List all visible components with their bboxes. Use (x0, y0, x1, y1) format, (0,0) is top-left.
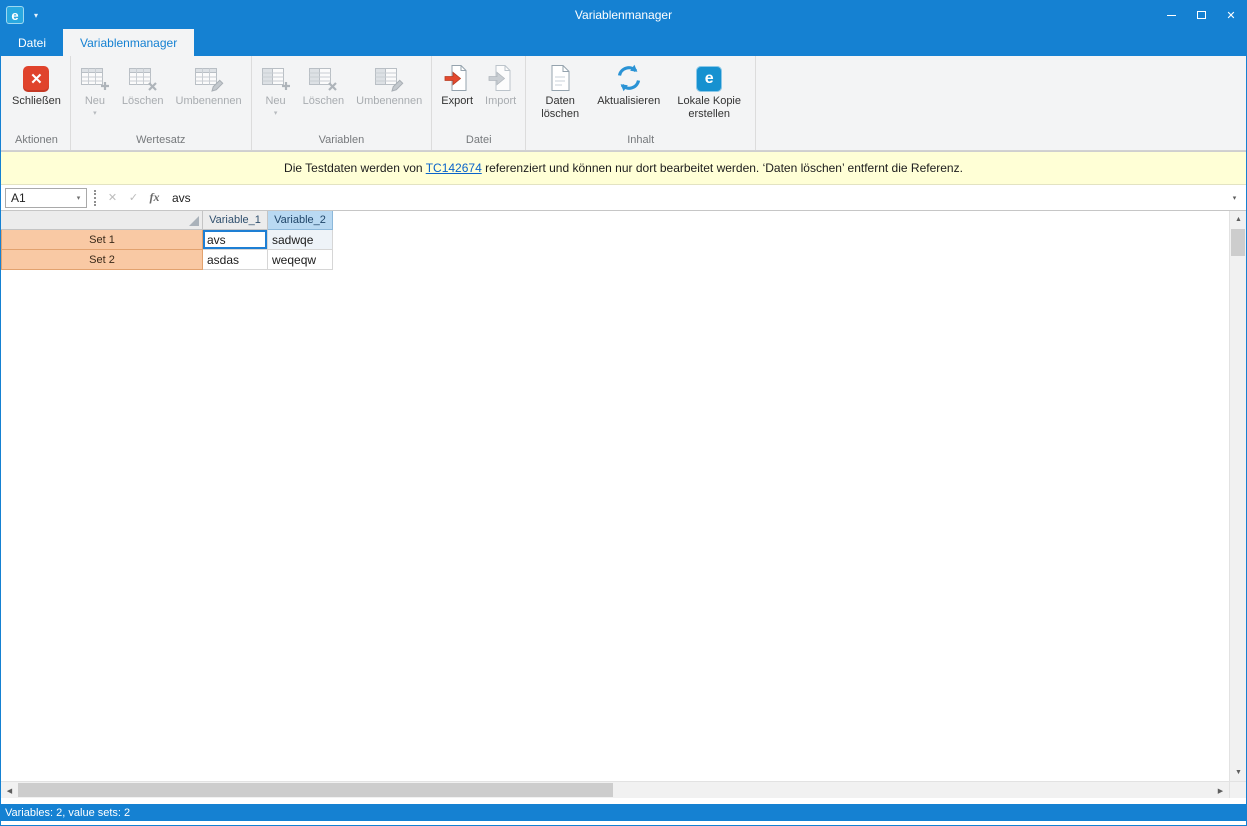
ribbon-group-wertesatz: Neu ▾ Löschen Umbenennen Wertesatz (71, 56, 252, 150)
import-button[interactable]: Import (479, 58, 522, 108)
scroll-up-icon[interactable]: ▲ (1230, 211, 1247, 228)
ribbon-group-aktionen: ✕ Schließen Aktionen (3, 56, 71, 150)
row-header-set-2[interactable]: Set 2 (1, 250, 203, 270)
column-header-variable-2[interactable]: Variable_2 (268, 211, 333, 230)
import-icon (486, 62, 516, 92)
vertical-scroll-track[interactable] (1230, 228, 1246, 764)
wertesatz-neu-button[interactable]: Neu ▾ (74, 58, 116, 117)
group-label-variablen: Variablen (255, 130, 429, 150)
aktualisieren-button[interactable]: Aktualisieren (591, 58, 666, 108)
vertical-scrollbar[interactable]: ▲ ▼ (1229, 211, 1246, 781)
formula-bar-grip (94, 190, 96, 206)
wertesatz-umbenennen-button[interactable]: Umbenennen (170, 58, 248, 108)
cell-reference: A1 (6, 191, 71, 205)
cell-set1-variable2[interactable]: sadwqe (268, 230, 333, 250)
ribbon-group-inhalt: Daten löschen Aktualisieren e Lokale Kop… (526, 56, 756, 150)
tab-datei[interactable]: Datei (1, 29, 63, 56)
horizontal-scroll-track[interactable] (18, 782, 1212, 798)
table-row: Set 2 asdas weqeqw (1, 250, 333, 270)
group-label-datei: Datei (435, 130, 522, 150)
name-box-dropdown-icon[interactable]: ▾ (71, 194, 86, 202)
ribbon-group-variablen: Neu ▾ Löschen Umbenennen Variablen (252, 56, 433, 150)
refresh-icon (614, 62, 644, 92)
variable-grid: Variable_1 Variable_2 Set 1 avs sadwqe S… (1, 211, 333, 270)
cell-set2-variable1[interactable]: asdas (203, 250, 268, 270)
cancel-entry-button[interactable]: ✕ (102, 191, 123, 204)
notice-text-after: referenziert und können nur dort bearbei… (482, 161, 963, 175)
horizontal-scrollbar[interactable]: ◀ ▶ (1, 781, 1246, 798)
group-label-inhalt: Inhalt (529, 130, 752, 150)
export-button[interactable]: Export (435, 58, 479, 108)
row-header-set-1[interactable]: Set 1 (1, 229, 203, 250)
maximize-button[interactable] (1186, 1, 1216, 29)
grid-area: Variable_1 Variable_2 Set 1 avs sadwqe S… (1, 211, 1246, 781)
scroll-right-icon[interactable]: ▶ (1212, 782, 1229, 799)
close-red-icon: ✕ (23, 62, 49, 92)
status-text: Variables: 2, value sets: 2 (5, 807, 130, 819)
formula-bar-expand-icon[interactable]: ▾ (1226, 194, 1243, 202)
scroll-left-icon[interactable]: ◀ (1, 782, 18, 799)
minimize-button[interactable] (1156, 1, 1186, 29)
ribbon-group-datei: Export Import Datei (432, 56, 526, 150)
rename-valueset-icon (194, 62, 224, 92)
scrollbar-corner (1229, 782, 1246, 798)
dropdown-arrow-icon: ▾ (274, 110, 278, 117)
bottom-strip (1, 821, 1246, 825)
table-row: Set 1 avs sadwqe (1, 230, 333, 250)
window-title: Variablenmanager (1, 8, 1246, 22)
minimize-icon (1167, 15, 1176, 16)
column-header-variable-1[interactable]: Variable_1 (203, 211, 268, 230)
rename-variable-icon (374, 62, 404, 92)
group-label-aktionen: Aktionen (6, 130, 67, 150)
formula-input[interactable] (165, 185, 1226, 210)
daten-loeschen-button[interactable]: Daten löschen (529, 58, 591, 120)
group-label-wertesatz: Wertesatz (74, 130, 248, 150)
maximize-icon (1197, 11, 1206, 19)
close-button[interactable]: ✕ (1216, 1, 1246, 29)
variablen-umbenennen-button[interactable]: Umbenennen (350, 58, 428, 108)
delete-variable-icon (308, 62, 338, 92)
variablen-neu-button[interactable]: Neu ▾ (255, 58, 297, 117)
corner-triangle-icon (189, 216, 199, 226)
testcase-link[interactable]: TC142674 (426, 161, 482, 175)
local-copy-logo-icon: e (696, 62, 722, 92)
scroll-down-icon[interactable]: ▼ (1230, 764, 1247, 781)
app-logo-icon: e (6, 6, 24, 24)
ribbon-tab-row: Datei Variablenmanager (1, 29, 1246, 56)
horizontal-scroll-thumb[interactable] (18, 783, 613, 797)
wertesatz-loeschen-button[interactable]: Löschen (116, 58, 170, 108)
delete-data-icon (547, 62, 573, 92)
delete-valueset-icon (128, 62, 158, 92)
close-icon: ✕ (1226, 9, 1235, 22)
variablen-loeschen-button[interactable]: Löschen (297, 58, 351, 108)
confirm-entry-button[interactable]: ✓ (123, 191, 144, 204)
quick-access-dropdown-icon[interactable]: ▾ (34, 11, 38, 20)
cell-set1-variable1[interactable]: avs (203, 230, 268, 250)
title-bar: e ▾ Variablenmanager ✕ (1, 1, 1246, 29)
ribbon: ✕ Schließen Aktionen Neu ▾ (1, 56, 1246, 151)
vertical-scroll-thumb[interactable] (1231, 229, 1245, 256)
new-variable-icon (261, 62, 291, 92)
variablenmanager-window: e ▾ Variablenmanager ✕ Datei Variablenma… (0, 0, 1247, 826)
reference-notice-bar: Die Testdaten werden von TC142674 refere… (1, 151, 1246, 185)
insert-function-button[interactable]: fx (144, 190, 165, 205)
lokale-kopie-erstellen-button[interactable]: e Lokale Kopie erstellen (666, 58, 752, 120)
cell-name-box[interactable]: A1 ▾ (5, 188, 87, 208)
spreadsheet-canvas[interactable]: Variable_1 Variable_2 Set 1 avs sadwqe S… (1, 211, 1229, 781)
tab-variablenmanager[interactable]: Variablenmanager (63, 29, 194, 56)
export-icon (442, 62, 472, 92)
status-bar: Variables: 2, value sets: 2 (1, 804, 1246, 821)
dropdown-arrow-icon: ▾ (93, 110, 97, 117)
new-valueset-icon (80, 62, 110, 92)
cell-set2-variable2[interactable]: weqeqw (268, 250, 333, 270)
select-all-corner[interactable] (1, 211, 203, 230)
notice-text-before: Die Testdaten werden von (284, 161, 426, 175)
schliessen-button[interactable]: ✕ Schließen (6, 58, 67, 108)
formula-bar: A1 ▾ ✕ ✓ fx ▾ (1, 185, 1246, 211)
